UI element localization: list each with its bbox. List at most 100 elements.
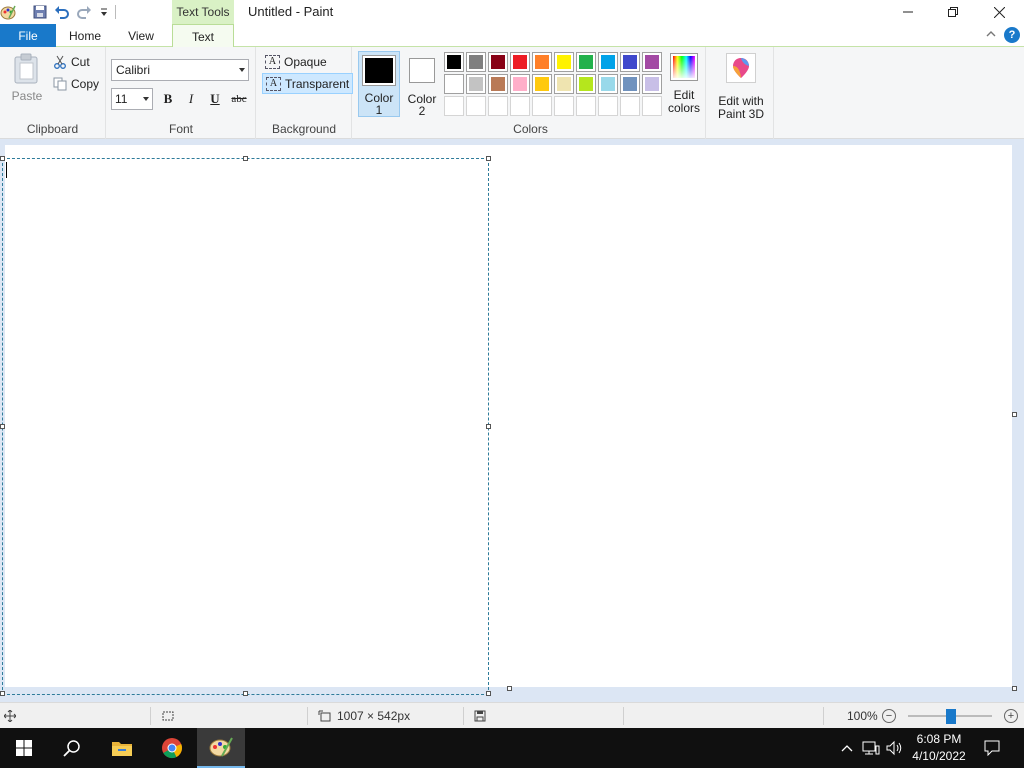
palette-swatch[interactable] [576, 74, 596, 94]
color2-button[interactable]: Color 2 [401, 51, 443, 117]
chevron-down-icon [239, 68, 245, 72]
paint-app-icon[interactable] [0, 4, 16, 20]
close-button[interactable] [976, 0, 1022, 24]
palette-swatch[interactable] [642, 74, 662, 94]
palette-swatch[interactable] [466, 52, 486, 72]
speaker-icon [886, 740, 902, 756]
custom-color-slot[interactable] [598, 96, 618, 116]
zoom-slider-thumb[interactable] [946, 709, 956, 724]
color2-label-line2: 2 [418, 104, 426, 118]
palette-swatch[interactable] [532, 74, 552, 94]
font-family-dropdown[interactable]: Calibri [111, 59, 249, 81]
cut-button[interactable]: Cut [50, 52, 93, 72]
system-clock[interactable]: 6:08 PM 4/10/2022 [906, 731, 972, 765]
text-box-handle-right[interactable] [486, 424, 491, 429]
edit-colors-button[interactable]: Edit colors [666, 53, 702, 115]
volume-button[interactable] [884, 728, 906, 768]
underline-button[interactable]: U [205, 89, 225, 109]
copy-icon [53, 77, 67, 91]
tab-text[interactable]: Text [172, 24, 234, 48]
palette-swatch[interactable] [576, 52, 596, 72]
paste-button[interactable]: Paste [8, 53, 46, 105]
text-box-handle-left[interactable] [0, 424, 5, 429]
custom-color-slot[interactable] [532, 96, 552, 116]
palette-swatch[interactable] [444, 52, 464, 72]
status-bar: 1007 × 542px 100% − + [0, 702, 1024, 728]
custom-color-slot[interactable] [576, 96, 596, 116]
paint-taskbar-button[interactable] [197, 728, 245, 768]
palette-swatch[interactable] [488, 74, 508, 94]
windows-start-icon [16, 740, 32, 756]
palette-swatch[interactable] [466, 74, 486, 94]
chrome-button[interactable] [148, 728, 196, 768]
custom-color-slot[interactable] [444, 96, 464, 116]
tab-view[interactable]: View [114, 24, 168, 47]
italic-button[interactable]: I [181, 89, 201, 109]
ribbon-tab-row: File Home View Text ? [0, 24, 1024, 48]
canvas-resize-handle-right[interactable] [1012, 412, 1017, 417]
palette-swatch[interactable] [510, 52, 530, 72]
minimize-ribbon-icon[interactable] [985, 28, 997, 43]
help-icon[interactable]: ? [1004, 27, 1020, 43]
chevron-down-icon [143, 97, 149, 101]
file-explorer-button[interactable] [98, 728, 146, 768]
restore-icon [948, 7, 958, 17]
save-icon[interactable] [32, 4, 48, 20]
redo-icon[interactable] [76, 4, 92, 20]
window-title: Untitled - Paint [248, 4, 334, 19]
opaque-option[interactable]: A Opaque [262, 51, 330, 72]
zoom-out-button[interactable]: − [882, 709, 896, 723]
palette-swatch[interactable] [554, 74, 574, 94]
undo-icon[interactable] [54, 4, 70, 20]
palette-swatch[interactable] [620, 74, 640, 94]
palette-swatch[interactable] [642, 52, 662, 72]
minimize-button[interactable] [885, 0, 931, 24]
strikethrough-button[interactable]: abc [229, 89, 249, 109]
palette-swatch[interactable] [598, 52, 618, 72]
custom-color-slot[interactable] [466, 96, 486, 116]
quick-access-divider [115, 5, 116, 19]
show-hidden-icons-button[interactable] [838, 728, 856, 768]
color1-button[interactable]: Color 1 [358, 51, 400, 117]
edit-colors-icon [670, 53, 698, 81]
network-button[interactable] [860, 728, 882, 768]
palette-swatch[interactable] [510, 74, 530, 94]
custom-color-slot[interactable] [620, 96, 640, 116]
palette-swatch[interactable] [554, 52, 574, 72]
text-box-handle-bottom-left[interactable] [0, 691, 5, 696]
font-group-label: Font [168, 122, 193, 136]
text-box-handle-top[interactable] [243, 156, 248, 161]
text-box-handle-top-left[interactable] [0, 156, 5, 161]
palette-swatch[interactable] [532, 52, 552, 72]
palette-swatch[interactable] [488, 52, 508, 72]
canvas-size: 1007 × 542px [318, 703, 410, 729]
zoom-in-button[interactable]: + [1004, 709, 1018, 723]
tab-file[interactable]: File [0, 24, 56, 47]
palette-swatch[interactable] [598, 74, 618, 94]
font-size-dropdown[interactable]: 11 [111, 88, 153, 110]
notification-icon [984, 740, 1000, 756]
action-center-button[interactable] [980, 728, 1004, 768]
tab-home[interactable]: Home [58, 24, 112, 47]
bold-button[interactable]: B [158, 89, 178, 109]
custom-color-slot[interactable] [510, 96, 530, 116]
paint3d-group [706, 47, 774, 139]
text-box-handle-bottom[interactable] [243, 691, 248, 696]
palette-swatch[interactable] [444, 74, 464, 94]
restore-button[interactable] [930, 0, 976, 24]
custom-color-slot[interactable] [488, 96, 508, 116]
canvas-resize-handle-bottom[interactable] [507, 686, 512, 691]
transparent-option[interactable]: A Transparent [262, 73, 354, 94]
palette-swatch[interactable] [620, 52, 640, 72]
custom-color-slot[interactable] [554, 96, 574, 116]
custom-color-slot[interactable] [642, 96, 662, 116]
text-box[interactable] [2, 158, 489, 695]
clipboard-group-label: Clipboard [26, 122, 79, 136]
customize-quick-access-icon[interactable] [96, 4, 112, 20]
search-button[interactable] [48, 728, 96, 768]
canvas-resize-handle-corner[interactable] [1012, 686, 1017, 691]
copy-button[interactable]: Copy [50, 74, 102, 94]
start-button[interactable] [0, 728, 48, 768]
text-box-handle-top-right[interactable] [486, 156, 491, 161]
text-box-handle-bottom-right[interactable] [486, 691, 491, 696]
